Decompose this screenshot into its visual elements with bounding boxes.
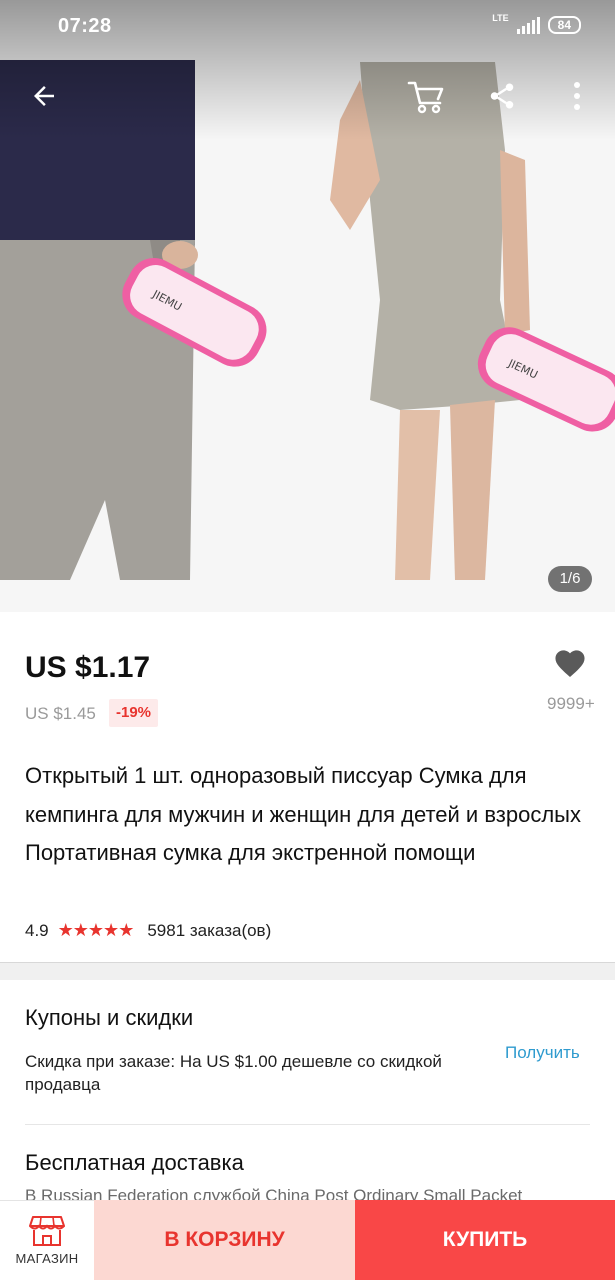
heart-icon — [555, 650, 585, 678]
more-button[interactable] — [553, 72, 601, 120]
cart-icon — [407, 81, 444, 114]
wishlist-count: 9999+ — [547, 694, 595, 713]
buy-now-button[interactable]: КУПИТЬ — [355, 1200, 615, 1280]
add-to-cart-button[interactable]: В КОРЗИНУ — [94, 1200, 355, 1280]
arrow-back-icon — [34, 86, 54, 106]
battery-icon: 84 — [547, 16, 581, 34]
star-rating-icon: ★★★★★ — [57, 920, 135, 940]
original-price: US $1.45 — [25, 704, 96, 723]
back-button[interactable] — [20, 72, 68, 120]
share-icon — [490, 83, 514, 109]
store-icon — [29, 1216, 65, 1246]
rating-row[interactable]: 4.9 ★★★★★ 5981 заказа(ов) — [25, 920, 271, 941]
wishlist-button[interactable] — [552, 646, 596, 686]
discount-badge: -19% — [109, 699, 159, 727]
get-coupon-link[interactable]: Получить — [505, 1043, 580, 1063]
product-title: Открытый 1 шт. одноразовый писсуар Сумка… — [25, 763, 581, 865]
orders-count: 5981 заказа(ов) — [147, 920, 272, 940]
rating-value: 4.9 — [25, 920, 49, 940]
store-label: МАГАЗИН — [15, 1251, 79, 1266]
network-type: LTE — [492, 12, 509, 23]
divider — [25, 1124, 590, 1125]
coupons-text: Скидка при заказе: На US $1.00 дешевле с… — [25, 1052, 442, 1094]
more-vertical-icon — [574, 82, 580, 110]
status-time: 07:28 — [58, 15, 112, 37]
signal-icon — [516, 16, 540, 34]
section-separator — [0, 962, 615, 980]
status-bar: 07:28 LTE 84 — [0, 0, 615, 56]
share-button[interactable] — [478, 72, 526, 120]
product-price: US $1.17 — [25, 651, 151, 684]
shipping-title: Бесплатная доставка — [25, 1150, 244, 1175]
coupons-title: Купоны и скидки — [25, 1005, 194, 1030]
store-button[interactable]: МАГАЗИН — [0, 1200, 94, 1280]
status-icons: LTE 84 — [492, 12, 581, 34]
image-counter: 1/6 — [548, 566, 592, 592]
cart-button[interactable] — [402, 72, 450, 120]
bottom-action-bar: МАГАЗИН В КОРЗИНУ КУПИТЬ — [0, 1200, 615, 1280]
